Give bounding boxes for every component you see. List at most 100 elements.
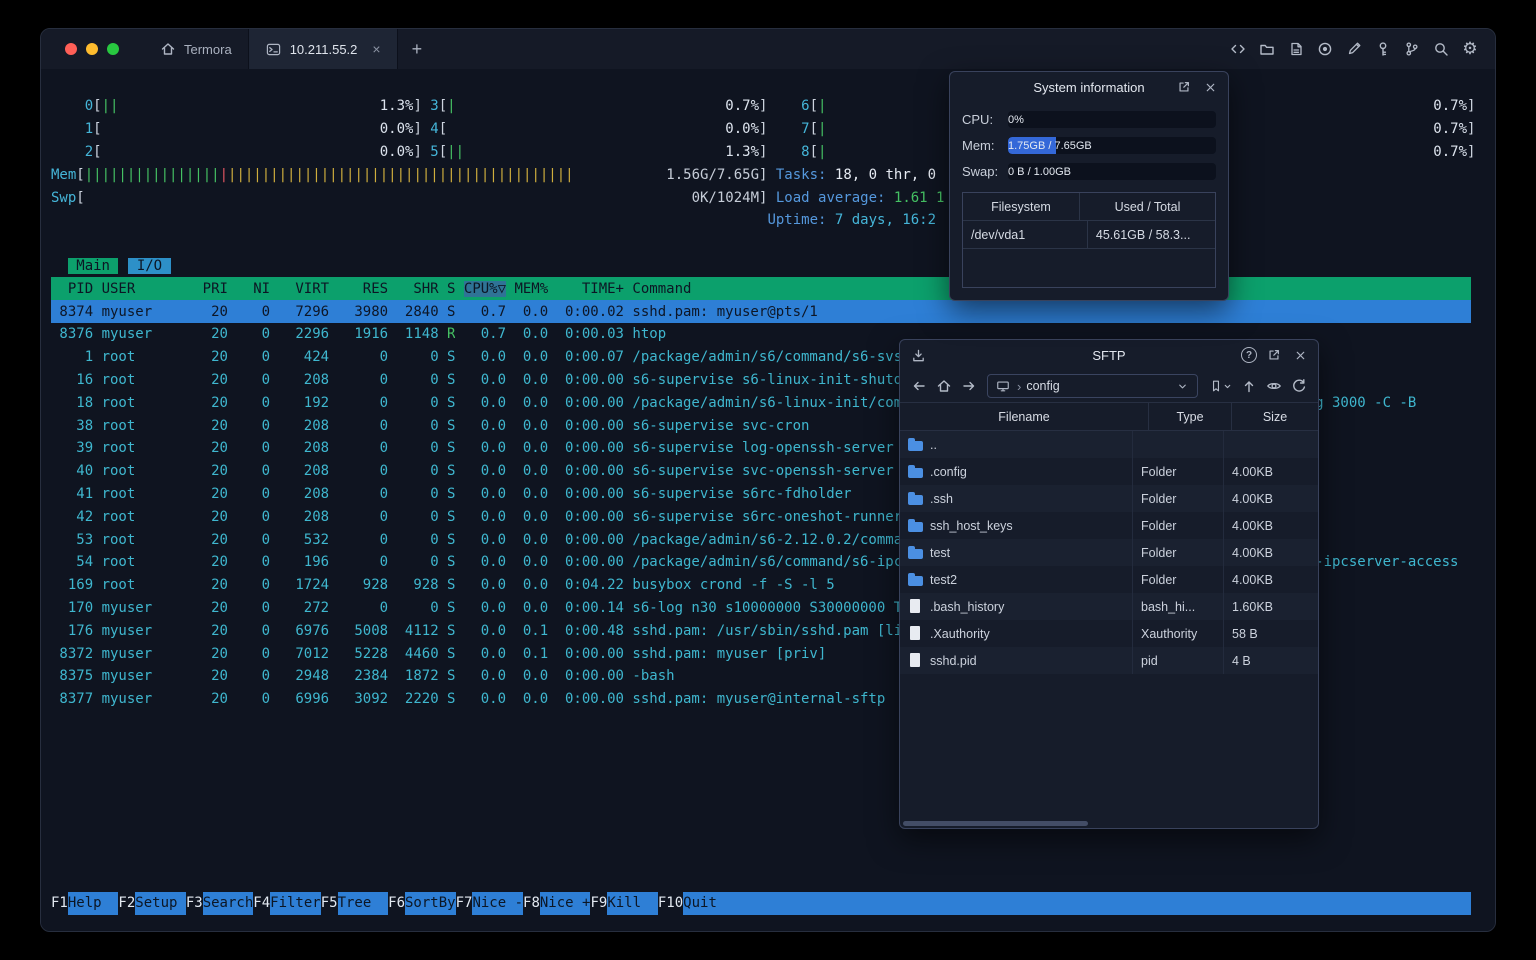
column-filename[interactable]: Filename [900,403,1148,430]
open-in-window-icon[interactable] [1265,346,1283,364]
event-log-icon[interactable] [1285,38,1307,60]
filesystem-row[interactable]: /dev/vda1 45.61GB / 58.3... [963,221,1215,249]
file-type-icon [908,545,923,560]
file-name: .config [930,464,967,479]
function-key[interactable]: F4 Filter [253,892,321,915]
column-user[interactable]: USER [102,281,178,297]
process-row[interactable]: 8374 myuser 20 0 7296 3980 2840 S 0.7 0.… [51,300,1471,323]
process-virt: 208 [303,371,330,388]
scrollbar-thumb[interactable] [903,820,1089,826]
filesystem-table-header: Filesystem Used / Total [963,193,1215,221]
refresh-icon[interactable] [1288,375,1310,397]
new-tab-button[interactable]: + [398,29,437,69]
column-res[interactable]: RES [338,281,388,297]
process-cpu: 0.0 [480,645,507,662]
file-type: Folder [1132,458,1223,485]
settings-gear-icon[interactable]: ⚙ [1459,38,1481,60]
close-panel-icon[interactable] [1291,346,1309,364]
help-icon[interactable]: ? [1241,347,1257,363]
close-tab-icon[interactable]: × [372,41,380,57]
file-row[interactable]: sshd.pid pid 4 B [900,647,1318,674]
process-state: S [447,554,456,571]
column-ni[interactable]: NI [236,281,270,297]
chevron-down-icon[interactable] [1173,377,1191,395]
function-key-number: F1 [51,892,68,915]
tab-ssh-session[interactable]: 10.211.55.2 × [247,29,398,69]
file-row[interactable]: .bash_history bash_hi... 1.60KB [900,593,1318,620]
forward-icon[interactable] [958,375,980,397]
column-type[interactable]: Type [1148,403,1231,430]
process-shr: 0 [430,440,439,457]
column-time[interactable]: TIME+ [557,281,624,297]
process-shr: 2840 [404,303,439,320]
column-virt[interactable]: VIRT [279,281,329,297]
process-time: 0:00.00 [564,668,624,685]
tab-termora-home[interactable]: Termora [143,29,248,69]
process-shr: 0 [430,508,439,525]
horizontal-scrollbar[interactable] [900,818,1318,828]
file-row[interactable]: test2 Folder 4.00KB [900,566,1318,593]
function-key[interactable]: F5 Tree [320,892,388,915]
process-command: sshd.pam: myuser@pts/1 [632,303,818,320]
git-branch-icon[interactable] [1401,38,1423,60]
process-pri: 20 [211,394,228,411]
process-user: root [101,371,136,388]
function-key[interactable]: F3 Search [185,892,253,915]
htop-tab-main[interactable]: Main [67,257,119,274]
column-shr[interactable]: SHR [396,281,438,297]
file-row[interactable]: ssh_host_keys Folder 4.00KB [900,512,1318,539]
home-icon[interactable] [933,375,955,397]
file-row[interactable]: .ssh Folder 4.00KB [900,485,1318,512]
file-type [1132,431,1223,458]
function-key[interactable]: F2 Setup [118,892,185,915]
column-pri[interactable]: PRI [186,281,228,297]
cpu5-meter: || 1.3% [447,143,760,160]
process-res: 0 [379,440,389,457]
function-key[interactable]: F9 Kill [590,892,657,915]
process-mem: 0.0 [522,554,549,571]
show-hidden-files-icon[interactable] [1263,375,1285,397]
function-key[interactable]: F1 Help [51,892,118,915]
search-icon[interactable] [1430,38,1452,60]
column-mem[interactable]: MEM% [514,281,548,297]
column-pid[interactable]: PID [51,281,93,297]
edit-icon[interactable] [1343,38,1365,60]
file-row[interactable]: .config Folder 4.00KB [900,458,1318,485]
minimize-window-button[interactable] [86,43,98,55]
file-row[interactable]: .Xauthority Xauthority 58 B [900,620,1318,647]
open-in-window-icon[interactable] [1175,78,1193,96]
file-size: 4.00KB [1223,458,1318,485]
process-time: 0:00.00 [564,417,624,434]
record-macro-icon[interactable] [1314,38,1336,60]
process-res: 3092 [354,691,389,708]
process-res: 5228 [354,645,389,662]
key-icon[interactable] [1372,38,1394,60]
function-key[interactable]: F7 Nice - [455,892,523,915]
cpu-usage-row: CPU: 0% [962,111,1216,128]
process-state: S [447,577,456,594]
column-cpu-sort[interactable]: CPU%▽ [463,280,507,297]
folder-icon[interactable] [1256,38,1278,60]
column-size[interactable]: Size [1231,403,1318,430]
process-res: 0 [379,508,389,525]
back-icon[interactable] [908,375,930,397]
code-icon[interactable] [1227,38,1249,60]
column-state[interactable]: S [447,281,455,297]
close-panel-icon[interactable] [1201,78,1219,96]
process-user: myuser [101,326,153,343]
parent-directory-icon[interactable] [1238,375,1260,397]
function-key[interactable]: F8 Nice + [523,892,590,915]
process-pri: 20 [211,554,228,571]
function-key[interactable]: F10 Quit [657,892,734,915]
file-row[interactable]: .. [900,431,1318,458]
zoom-window-button[interactable] [107,43,119,55]
htop-tab-io[interactable]: I/O [128,257,171,274]
function-key[interactable]: F6 SortBy [388,892,456,915]
file-row[interactable]: test Folder 4.00KB [900,539,1318,566]
cpu-usage-label: CPU: [962,112,994,127]
transfers-download-icon[interactable] [909,346,927,364]
path-breadcrumb[interactable]: › config [987,374,1198,398]
close-window-button[interactable] [65,43,77,55]
bookmark-icon[interactable] [1205,375,1235,397]
process-cpu: 0.7 [480,303,507,320]
